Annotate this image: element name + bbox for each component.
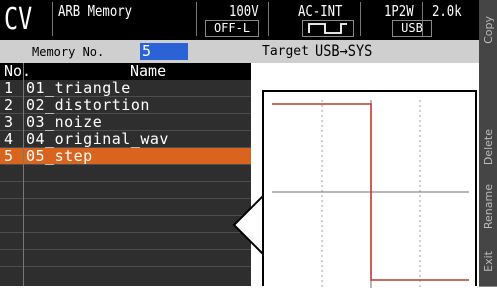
softkey-label: Exit [481, 251, 495, 272]
list-item[interactable]: 4 04_original_wav [0, 131, 251, 148]
softkey-label: Copy [481, 16, 495, 44]
output-state-badge: OFF-L [205, 20, 259, 37]
item-name: 03_noize [26, 113, 103, 131]
blank-softkey[interactable] [479, 60, 497, 118]
list-item[interactable] [0, 233, 251, 250]
column-divider [23, 63, 24, 286]
list-item[interactable]: 1 01_triangle [0, 80, 251, 97]
list-header: No. Name [0, 63, 251, 80]
target-label: Target [262, 44, 309, 59]
divider [196, 2, 197, 36]
usb-badge: USB [392, 20, 432, 37]
page-title: ARB Memory [58, 2, 133, 20]
item-name: 05_step [26, 147, 93, 165]
item-name: 04_original_wav [26, 130, 169, 148]
delete-softkey[interactable]: Delete [479, 117, 497, 178]
item-name: 01_triangle [26, 79, 131, 97]
divider [268, 2, 269, 36]
exit-softkey[interactable]: Exit [479, 237, 497, 287]
current-range: 2.0k [432, 2, 462, 20]
callout-pointer [232, 195, 266, 255]
softkey-label: Delete [481, 128, 495, 166]
status-header: CV ARB Memory 100V AC-INT 1P2W 2.0k OFF-… [0, 0, 479, 40]
memory-list: No. Name 1 01_triangle 2 02_distortion 3 03… [0, 63, 251, 286]
output-mode: CV [4, 2, 33, 37]
square-wave-icon [302, 20, 354, 37]
memory-number-label: Memory No. [32, 45, 105, 59]
signal-source: AC-INT [298, 2, 343, 20]
memory-number-input[interactable]: 5 [140, 43, 188, 60]
list-item[interactable] [0, 182, 251, 199]
waveform-graph [272, 100, 469, 288]
voltage-range: 100V [229, 2, 259, 20]
column-header-no: No. [4, 62, 32, 80]
info-bar: Memory No. 5 Target USB→SYS [0, 40, 479, 63]
item-number: 1 [4, 79, 14, 97]
waveform-preview [262, 90, 477, 288]
item-name: 02_distortion [26, 96, 150, 114]
list-item[interactable] [0, 216, 251, 233]
item-number: 5 [4, 147, 14, 165]
softkey-label: Rename [481, 184, 495, 230]
list-item[interactable] [0, 199, 251, 216]
softkey-panel: Copy Delete Rename Exit [479, 0, 497, 287]
item-number: 2 [4, 96, 14, 114]
list-item[interactable] [0, 250, 251, 267]
list-item[interactable] [0, 165, 251, 182]
list-item[interactable]: 3 03_noize [0, 114, 251, 131]
list-item[interactable]: 5 05_step [0, 148, 251, 165]
item-number: 4 [4, 130, 14, 148]
target-value: USB→SYS [315, 41, 373, 60]
divider [360, 2, 361, 36]
arb-memory-screen: CV ARB Memory 100V AC-INT 1P2W 2.0k OFF-… [0, 0, 497, 288]
list-item[interactable]: 2 02_distortion [0, 97, 251, 114]
rename-softkey[interactable]: Rename [479, 177, 497, 238]
wiring-mode: 1P2W [384, 2, 414, 20]
copy-softkey[interactable]: Copy [479, 0, 497, 61]
divider [52, 2, 53, 36]
column-header-name: Name [130, 62, 167, 80]
item-number: 3 [4, 113, 14, 131]
